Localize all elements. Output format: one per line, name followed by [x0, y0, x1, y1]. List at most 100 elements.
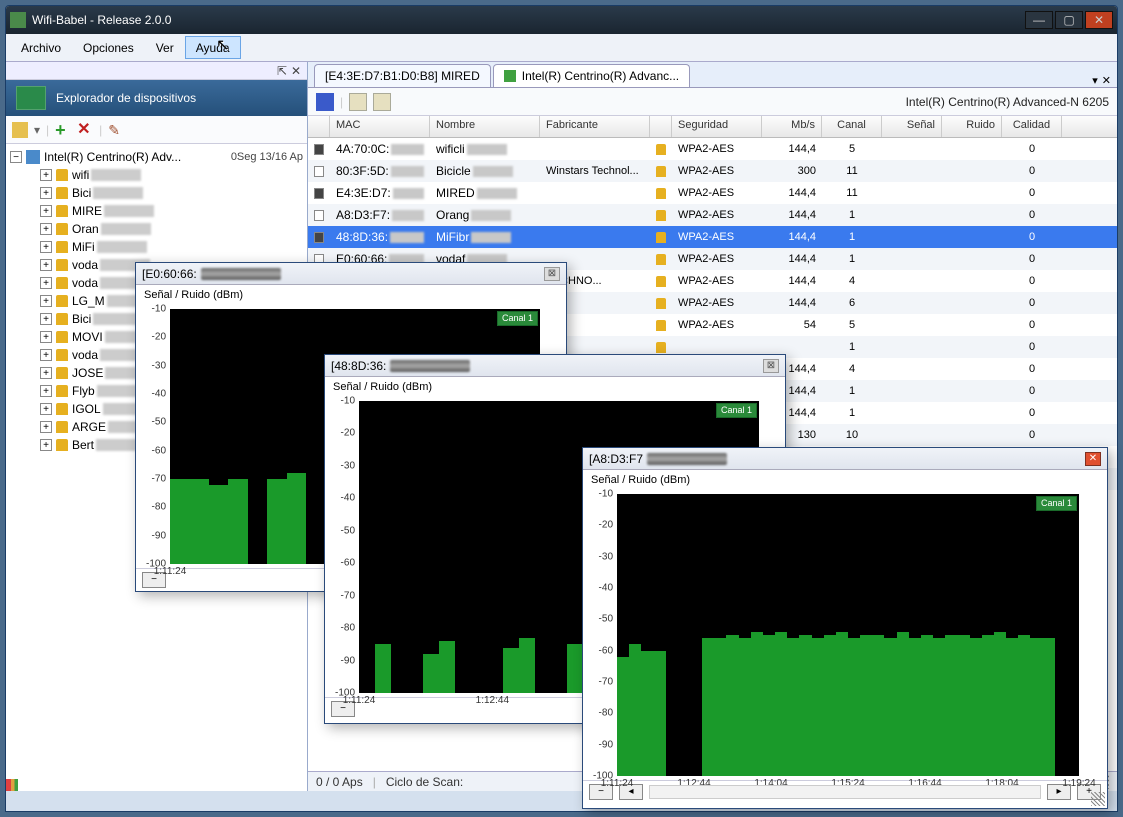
- chart-close-3[interactable]: ✕: [1085, 452, 1101, 466]
- lock-icon: [656, 276, 666, 287]
- col-calidad[interactable]: Calidad: [1002, 116, 1062, 137]
- lock-icon: [656, 232, 666, 243]
- tree-item[interactable]: +MiFi: [40, 238, 303, 256]
- expand-icon[interactable]: +: [40, 367, 52, 379]
- menu-ver[interactable]: Ver: [145, 36, 185, 59]
- tree-item-label: Bert: [72, 438, 94, 452]
- lock-icon: [56, 223, 68, 235]
- tree-root[interactable]: − Intel(R) Centrino(R) Adv... 0Seg 13/16…: [10, 148, 303, 166]
- lock-icon: [656, 144, 666, 155]
- tree-item[interactable]: +MIRE: [40, 202, 303, 220]
- status-aps: 0 / 0 Aps: [316, 775, 363, 789]
- expand-icon[interactable]: +: [40, 385, 52, 397]
- lock-icon: [56, 277, 68, 289]
- tabstrip: [E4:3E:D7:B1:D0:B8] MIRED Intel(R) Centr…: [308, 62, 1117, 88]
- minimize-button[interactable]: —: [1025, 11, 1053, 29]
- expand-icon[interactable]: +: [40, 331, 52, 343]
- table-row[interactable]: E4:3E:D7:MIREDWPA2-AES144,4110: [308, 182, 1117, 204]
- resize-grip-3[interactable]: [1091, 792, 1105, 806]
- tree-item[interactable]: + Bici: [40, 184, 303, 202]
- redacted: [201, 268, 281, 280]
- tree-item[interactable]: +Oran: [40, 220, 303, 238]
- grid-header: MAC Nombre Fabricante Seguridad Mb/s Can…: [308, 116, 1117, 138]
- doc1-icon[interactable]: [349, 93, 367, 111]
- lock-icon: [56, 313, 68, 325]
- tree-item-label: voda: [72, 276, 98, 290]
- expand-icon[interactable]: +: [40, 439, 52, 451]
- col-mbs[interactable]: Mb/s: [762, 116, 822, 137]
- pin-icon[interactable]: ⇱: [275, 64, 289, 78]
- expand-icon[interactable]: +: [40, 295, 52, 307]
- tabs-dropdown-icon[interactable]: ▾: [1092, 74, 1098, 87]
- chart-canvas-3: Canal 1: [617, 494, 1079, 776]
- add-icon[interactable]: +: [55, 122, 71, 138]
- lock-icon: [56, 349, 68, 361]
- table-row[interactable]: 4A:70:0C:wificliWPA2-AES144,450: [308, 138, 1117, 160]
- chart-label-1: Señal / Ruido (dBm): [136, 285, 566, 305]
- col-fabricante[interactable]: Fabricante: [540, 116, 650, 137]
- menu-archivo[interactable]: Archivo: [10, 36, 72, 59]
- sidebar-close-icon[interactable]: ✕: [289, 64, 303, 78]
- tab-adapter-label: Intel(R) Centrino(R) Advanc...: [522, 69, 679, 83]
- chart-window-3[interactable]: [A8:D3:F7 ✕ Señal / Ruido (dBm) Canal 1 …: [582, 447, 1108, 809]
- col-canal[interactable]: Canal: [822, 116, 882, 137]
- expand-icon[interactable]: +: [40, 421, 52, 433]
- expand-icon[interactable]: +: [40, 403, 52, 415]
- menu-opciones[interactable]: Opciones: [72, 36, 145, 59]
- expand-icon[interactable]: +: [40, 169, 52, 181]
- delete-icon[interactable]: ✕: [77, 122, 93, 138]
- col-ruido[interactable]: Ruido: [942, 116, 1002, 137]
- lock-icon: [656, 210, 666, 221]
- menu-ayuda[interactable]: Ayuda: [185, 36, 241, 59]
- collapse-icon[interactable]: −: [10, 151, 22, 163]
- lock-icon: [56, 331, 68, 343]
- checkbox[interactable]: [314, 210, 324, 221]
- redacted: [104, 205, 154, 217]
- tabs-close-icon[interactable]: ✕: [1102, 74, 1111, 87]
- redacted: [390, 360, 470, 372]
- col-nombre[interactable]: Nombre: [430, 116, 540, 137]
- tree-item-label: IGOL: [72, 402, 101, 416]
- chart-close-2[interactable]: ⊠: [763, 359, 779, 373]
- chart-title-3[interactable]: [A8:D3:F7 ✕: [583, 448, 1107, 470]
- tab-network-label: [E4:3E:D7:B1:D0:B8] MIRED: [325, 69, 480, 83]
- expand-icon[interactable]: +: [40, 313, 52, 325]
- titlebar[interactable]: Wifi-Babel - Release 2.0.0 — ▢ ✕: [6, 6, 1117, 34]
- col-senal[interactable]: Señal: [882, 116, 942, 137]
- checkbox[interactable]: [314, 144, 324, 155]
- expand-icon[interactable]: +: [40, 241, 52, 253]
- brush-icon[interactable]: ✎: [108, 122, 124, 138]
- tree-item-label: Bici: [72, 186, 91, 200]
- chart-title-1[interactable]: [E0:60:66: ⊠: [136, 263, 566, 285]
- tab-adapter[interactable]: Intel(R) Centrino(R) Advanc...: [493, 64, 690, 87]
- table-row[interactable]: A8:D3:F7:OrangWPA2-AES144,410: [308, 204, 1117, 226]
- expand-icon[interactable]: +: [40, 187, 52, 199]
- save-icon[interactable]: [316, 93, 334, 111]
- expand-icon[interactable]: +: [40, 223, 52, 235]
- expand-icon[interactable]: +: [40, 259, 52, 271]
- lock-icon: [656, 320, 666, 331]
- expand-icon[interactable]: +: [40, 349, 52, 361]
- chart-scrollbar[interactable]: [649, 785, 1041, 799]
- expand-icon[interactable]: +: [40, 205, 52, 217]
- tree-item[interactable]: +wifi: [40, 166, 303, 184]
- signal-bars-icon: [6, 779, 18, 791]
- doc2-icon[interactable]: [373, 93, 391, 111]
- tree-item-label: MOVI: [72, 330, 103, 344]
- chart-close-1[interactable]: ⊠: [544, 267, 560, 281]
- close-button[interactable]: ✕: [1085, 11, 1113, 29]
- expand-icon[interactable]: +: [40, 277, 52, 289]
- table-row[interactable]: 80:3F:5D:BicicleWinstars Technol...WPA2-…: [308, 160, 1117, 182]
- chart-title-2[interactable]: [48:8D:36: ⊠: [325, 355, 785, 377]
- checkbox[interactable]: [314, 232, 324, 243]
- checkbox[interactable]: [314, 188, 324, 199]
- col-mac[interactable]: MAC: [330, 116, 430, 137]
- folder-icon[interactable]: [12, 122, 28, 138]
- checkbox[interactable]: [314, 166, 324, 177]
- adapter-full-label: Intel(R) Centrino(R) Advanced-N 6205: [906, 95, 1109, 109]
- tab-network[interactable]: [E4:3E:D7:B1:D0:B8] MIRED: [314, 64, 491, 87]
- col-seguridad[interactable]: Seguridad: [672, 116, 762, 137]
- table-row[interactable]: 48:8D:36:MiFibrWPA2-AES144,410: [308, 226, 1117, 248]
- lock-icon: [656, 298, 666, 309]
- maximize-button[interactable]: ▢: [1055, 11, 1083, 29]
